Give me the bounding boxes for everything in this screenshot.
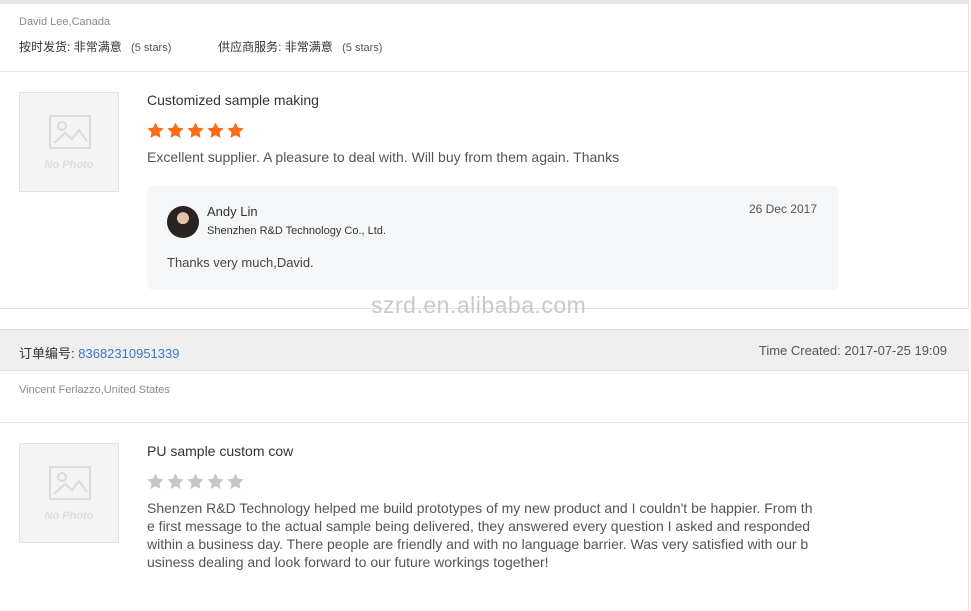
delivery-label: 按时发货:	[19, 40, 71, 54]
review-line: e first message to the actual sample bei…	[147, 518, 811, 534]
star-icon	[167, 473, 184, 489]
image-placeholder-icon	[49, 115, 91, 149]
review-card: 订单编号: 83682310951339 Time Created: 2017-…	[0, 329, 969, 611]
divider	[0, 71, 969, 72]
order-header: 订单编号: 83682310951339 Time Created: 2017-…	[0, 330, 969, 371]
star-rating	[146, 472, 245, 491]
reply-date: 26 Dec 2017	[748, 202, 817, 216]
product-title[interactable]: PU sample custom cow	[147, 443, 293, 459]
delivery-stars: (5 stars)	[131, 42, 172, 54]
feedback-page: David Lee,Canada 按时发货: 非常满意 (5 stars) 供应…	[0, 0, 971, 611]
watermark: szrd.en.alibaba.com	[371, 292, 587, 318]
order-number-link[interactable]: 83682310951339	[78, 346, 179, 361]
delivery-value: 非常满意	[73, 40, 122, 54]
product-thumbnail[interactable]: No Photo	[19, 443, 119, 543]
service-label: 供应商服务:	[218, 40, 282, 54]
no-photo-label: No Photo	[44, 510, 94, 522]
product-title[interactable]: Customized sample making	[147, 92, 319, 108]
star-icon	[167, 122, 184, 138]
review-line: Shenzen R&D Technology helped me build p…	[147, 500, 813, 516]
top-divider	[0, 0, 969, 4]
star-icon	[227, 122, 244, 138]
star-icon	[227, 473, 244, 489]
star-rating	[146, 121, 245, 140]
time-created: Time Created: 2017-07-25 19:09	[758, 343, 947, 358]
star-icon	[207, 122, 224, 138]
buyer-name: David Lee,Canada	[19, 16, 111, 28]
star-icon	[207, 473, 224, 489]
reply-author: Andy Lin	[207, 204, 258, 219]
product-thumbnail[interactable]: No Photo	[19, 92, 119, 192]
star-icon	[187, 473, 204, 489]
review-text: Shenzen R&D Technology helped me build p…	[147, 499, 812, 571]
review-line: within a business day. There people are …	[147, 536, 809, 552]
no-photo-label: No Photo	[44, 159, 94, 171]
order-number-label: 订单编号:	[19, 346, 75, 361]
review-line: usiness dealing and look forward to our …	[147, 554, 549, 570]
review-text: Excellent supplier. A pleasure to deal w…	[147, 149, 620, 165]
order-number-row: 订单编号: 83682310951339	[19, 343, 179, 362]
star-icon	[187, 122, 204, 138]
image-placeholder-icon	[49, 466, 91, 500]
buyer-name: Vincent Ferlazzo,United States	[19, 384, 170, 396]
service-stars: (5 stars)	[342, 42, 383, 54]
review-card: David Lee,Canada 按时发货: 非常满意 (5 stars) 供应…	[0, 0, 969, 309]
service-value: 非常满意	[284, 40, 333, 54]
avatar	[167, 206, 199, 238]
divider	[0, 422, 969, 423]
supplier-reply: Andy Lin Shenzhen R&D Technology Co., Lt…	[148, 186, 838, 288]
supplier-ratings: 按时发货: 非常满意 (5 stars) 供应商服务: 非常满意 (5 star…	[19, 38, 382, 55]
star-icon	[147, 473, 164, 489]
star-icon	[147, 122, 164, 138]
reply-text: Thanks very much,David.	[167, 255, 314, 270]
reply-company: Shenzhen R&D Technology Co., Ltd.	[207, 225, 386, 237]
